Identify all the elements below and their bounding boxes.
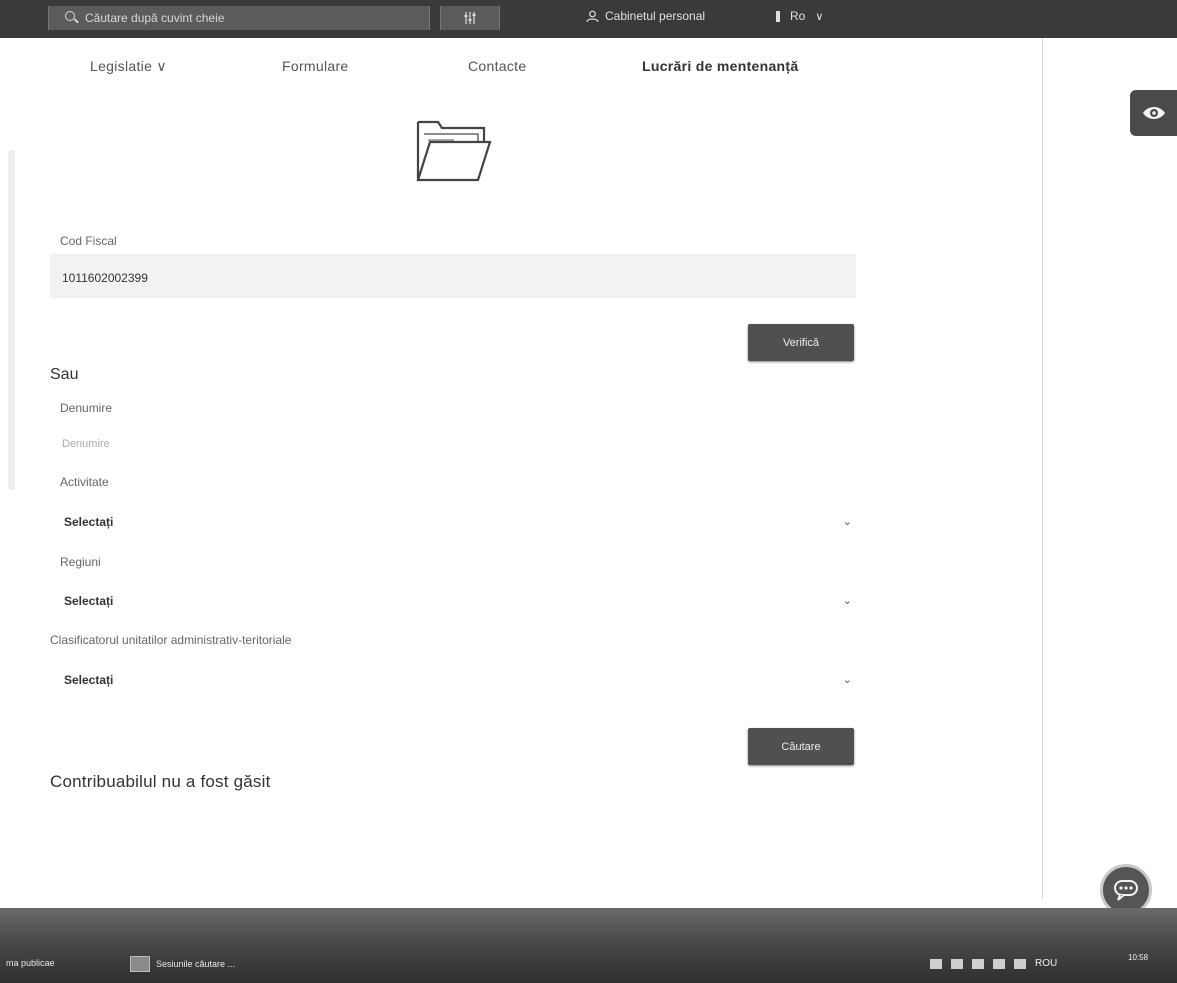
- activitate-label: Activitate: [60, 475, 109, 489]
- cod-fiscal-label: Cod Fiscal: [60, 234, 117, 248]
- verifica-button-label: Verifică: [782, 336, 820, 349]
- taskbar-clock[interactable]: 10:58: [1128, 952, 1148, 963]
- taskbar-app-label: Sesiunile căutare ...: [156, 959, 236, 969]
- cuatm-select-value: Selectați: [64, 673, 114, 687]
- filter-button[interactable]: [440, 6, 500, 30]
- denumire-input[interactable]: Denumire: [62, 438, 110, 450]
- search-input[interactable]: Căutare după cuvint cheie: [48, 6, 430, 30]
- tray-icon[interactable]: [930, 958, 942, 969]
- sau-heading: Sau: [50, 366, 79, 383]
- taskbar-app-button[interactable]: Sesiunile căutare ...: [130, 956, 235, 972]
- tray-language[interactable]: ROU: [1035, 958, 1057, 969]
- regiuni-label: Regiuni: [60, 555, 101, 569]
- cautare-button-label: Căutare: [781, 740, 821, 753]
- nav-item-contacte[interactable]: Contacte: [468, 58, 526, 74]
- eye-icon: [1142, 107, 1165, 119]
- chevron-down-icon: ⌄: [842, 674, 852, 686]
- cuatm-select[interactable]: Selectați ⌄: [60, 670, 856, 692]
- language-label: Ro: [790, 9, 806, 23]
- cuatm-label: Clasificatorul unitatilor administrativ-…: [50, 633, 292, 647]
- verifica-button[interactable]: Verifică: [748, 324, 854, 361]
- personal-cabinet-link[interactable]: Cabinetul personal: [586, 9, 705, 23]
- language-divider: [776, 10, 780, 22]
- regiuni-select-value: Selectați: [64, 594, 114, 608]
- denumire-label: Denumire: [60, 401, 113, 415]
- system-tray: ROU: [930, 958, 1057, 969]
- chevron-down-icon: ∨: [815, 10, 824, 23]
- tray-icon[interactable]: [1014, 958, 1026, 969]
- folder-icon: [416, 120, 492, 182]
- browser-app-icon: [130, 956, 150, 972]
- tray-icon[interactable]: [951, 958, 963, 969]
- chat-icon: [1114, 880, 1138, 901]
- nav-item-legislatie[interactable]: Legislatie ∨: [90, 58, 167, 75]
- tray-icon[interactable]: [972, 958, 984, 969]
- user-icon: [586, 10, 599, 22]
- taskbar-left-text[interactable]: ma publicae: [6, 958, 55, 968]
- taskbar-time: 10:58: [1128, 953, 1149, 962]
- tray-icon[interactable]: [993, 958, 1005, 969]
- cautare-button[interactable]: Căutare: [748, 728, 854, 765]
- content-divider: [1042, 38, 1043, 898]
- search-placeholder: Căutare după cuvint cheie: [85, 11, 225, 25]
- cod-fiscal-value[interactable]: 1011602002399: [62, 271, 148, 285]
- top-bar: Căutare după cuvint cheie Cabinetul pers…: [0, 0, 1177, 38]
- page-scrollbar[interactable]: [8, 150, 15, 490]
- filter-icon: [464, 12, 476, 24]
- language-selector[interactable]: Ro ∨: [776, 9, 823, 23]
- chevron-down-icon: ⌄: [842, 516, 852, 528]
- personal-cabinet-label: Cabinetul personal: [605, 9, 706, 23]
- regiuni-select[interactable]: Selectați ⌄: [60, 591, 856, 613]
- result-message: Contribuabilul nu a fost găsit: [50, 772, 271, 791]
- cod-fiscal-field[interactable]: [50, 254, 856, 298]
- activitate-select-value: Selectați: [64, 515, 114, 529]
- nav-item-mentenanta[interactable]: Lucrări de mentenanță: [642, 58, 798, 74]
- activitate-select[interactable]: Selectați ⌄: [60, 512, 856, 534]
- search-icon: [65, 11, 79, 25]
- accessibility-button[interactable]: [1130, 90, 1177, 136]
- chevron-down-icon: ⌄: [842, 595, 852, 607]
- os-taskbar: ma publicae Sesiunile căutare ... ROU 10…: [0, 908, 1177, 983]
- nav-item-formulare[interactable]: Formulare: [282, 58, 349, 74]
